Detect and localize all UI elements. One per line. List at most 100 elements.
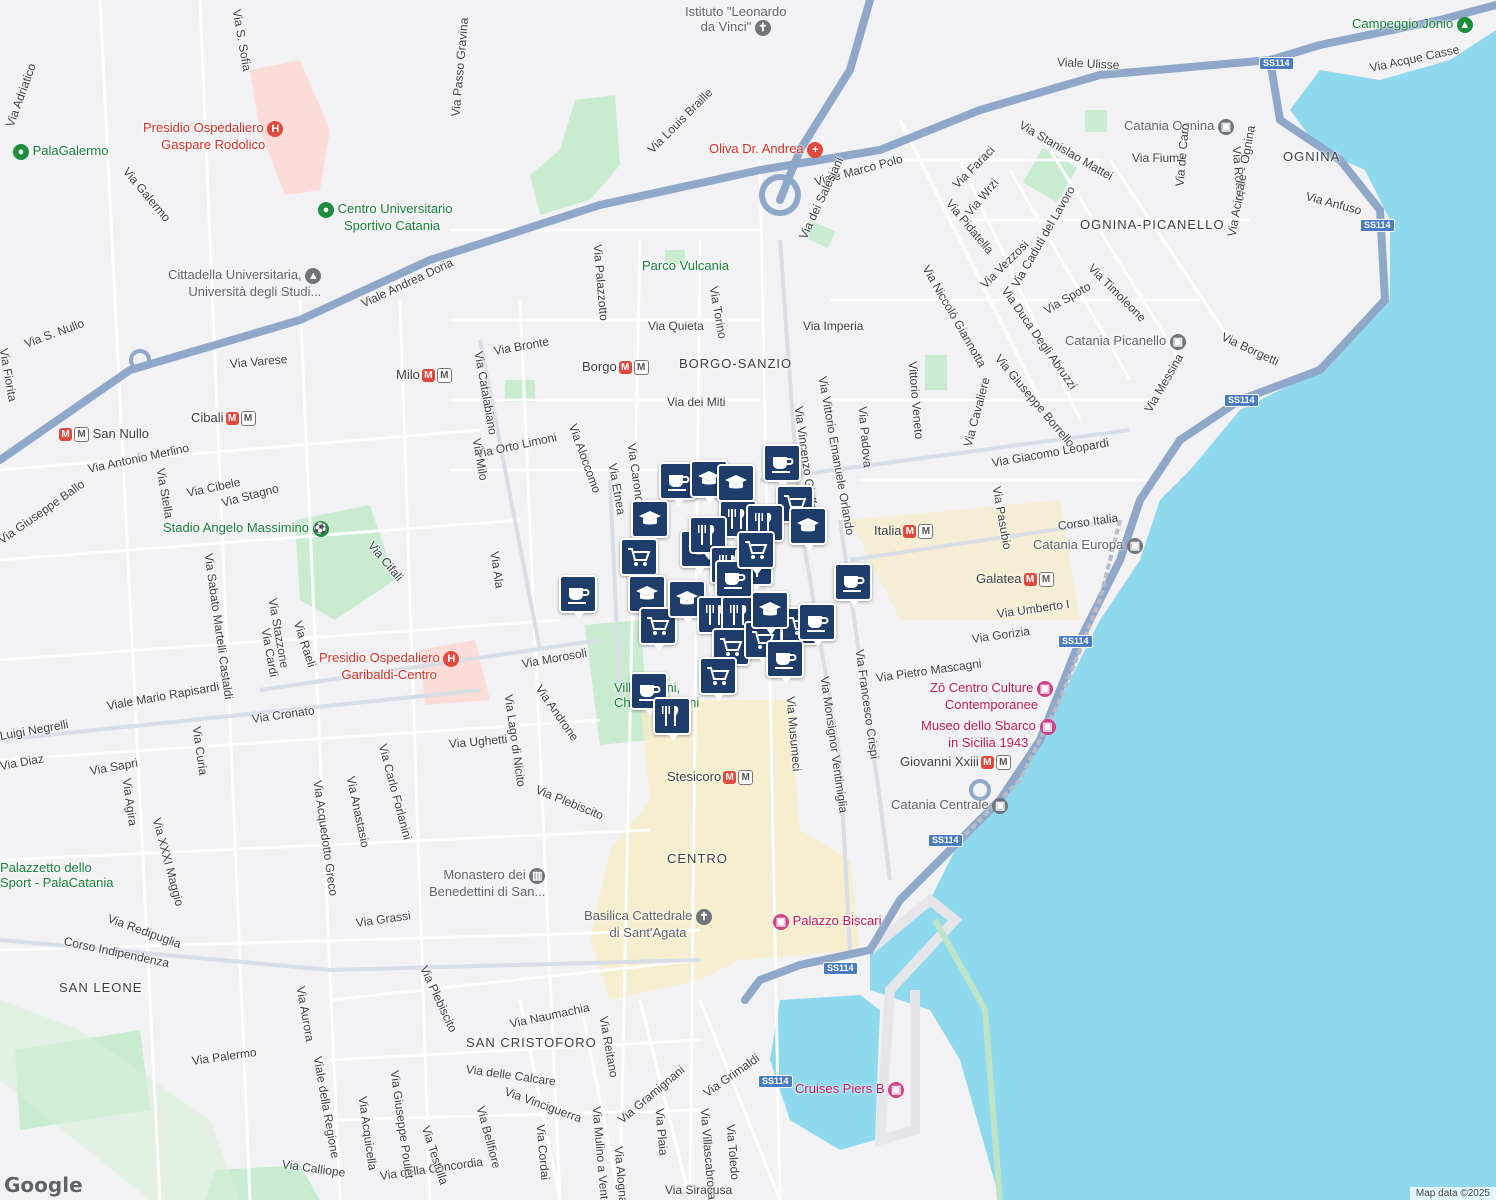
stadium-icon: ⚽ [312, 520, 329, 537]
area-label: BORGO-SANZIO [679, 356, 793, 371]
poi-presidio-rodolico[interactable]: Presidio Ospedaliero H Gaspare Rodolico [143, 120, 284, 152]
place-marker[interactable] [620, 538, 658, 582]
place-marker[interactable] [559, 575, 597, 619]
station-name: Milo [396, 367, 420, 382]
poi-biscari[interactable]: ▣ Palazzo Biscari [773, 913, 882, 930]
poi-presidio-garibaldi[interactable]: Presidio Ospedaliero H Garibaldi-Centro [319, 650, 460, 682]
poi-catania-picanello[interactable]: Catania Picanello ▣ [1065, 333, 1186, 350]
metro-icon: M [738, 770, 754, 786]
poi-name: Museo dello Sbarco [921, 718, 1036, 733]
place-marker[interactable] [699, 657, 737, 701]
road-shield: SS114 [1224, 394, 1259, 407]
place-marker[interactable] [737, 531, 775, 575]
poi-name: Garibaldi-Centro [341, 666, 437, 682]
station-milo[interactable]: Milo M M [396, 367, 452, 384]
poi-name: Centro Universitario [337, 201, 453, 216]
sport-icon: ● [13, 143, 29, 160]
station-name: Giovanni Xxiii [900, 754, 979, 769]
station-name: Italia [874, 523, 902, 538]
poi-benedettini[interactable]: Monastero dei ▥ Benedettini di San... [429, 867, 546, 899]
road-shield: SS114 [1058, 635, 1093, 648]
place-marker[interactable] [631, 500, 669, 544]
poi-catania-centrale[interactable]: Catania Centrale ▣ [891, 797, 1009, 814]
school-icon [725, 475, 747, 489]
station-borgo[interactable]: Borgo M M [582, 359, 649, 376]
train-icon: ▣ [1126, 537, 1143, 554]
park-small5 [925, 355, 947, 390]
poi-cruises[interactable]: Cruises Piers B ▣ [795, 1081, 905, 1098]
poi-name: Catania Centrale [891, 797, 989, 812]
map-canvas[interactable]: BORGO-SANZIO OGNINA-PICANELLO OGNINA CEN… [0, 0, 1496, 1200]
google-logo[interactable]: Google [4, 1173, 83, 1197]
sport-icon: ● [318, 201, 334, 218]
poi-cus[interactable]: ● Centro Universitario Sportivo Catania [318, 201, 453, 233]
station-stesicoro[interactable]: Stesicoro M M [667, 769, 754, 786]
metro-icon: M [240, 411, 256, 427]
poi-parco-vulcania[interactable]: Parco Vulcania [642, 258, 729, 273]
cart-icon [745, 541, 768, 559]
cafe-icon [843, 576, 865, 592]
road-shield: SS114 [928, 834, 963, 847]
poi-name: di Sant'Agata [609, 924, 687, 940]
poi-name: Catania Europa [1033, 537, 1124, 552]
park-coast [0, 1000, 240, 1200]
station-italia[interactable]: Italia M M [874, 523, 934, 540]
poi-name: Cruises Piers B [795, 1081, 885, 1096]
place-marker[interactable] [717, 464, 755, 508]
road-shield: SS114 [1259, 57, 1294, 70]
school-icon [797, 518, 819, 532]
medical-icon: + [807, 141, 824, 158]
street-label: Via Siracusa [665, 1183, 733, 1197]
train-icon: ▣ [1169, 333, 1186, 350]
place-marker[interactable] [766, 640, 804, 684]
place-marker[interactable] [763, 444, 801, 488]
poi-museo-sbarco[interactable]: Museo dello Sbarco ▣ in Sicilia 1943 [921, 718, 1056, 750]
poi-zo[interactable]: Zō Centro Culture ▣ Contemporanee [930, 680, 1053, 712]
place-marker[interactable] [789, 507, 827, 551]
station-cibali[interactable]: Cibali M M [191, 410, 256, 427]
station-giovanni[interactable]: Giovanni Xxiii M M [900, 754, 1011, 771]
cafe-icon [724, 573, 746, 589]
cross-icon: ✝ [754, 19, 771, 36]
metro-icon: M [618, 361, 632, 375]
metro-icon: M [903, 525, 917, 539]
poi-name: Istituto "Leonardo [685, 4, 787, 19]
place-marker[interactable] [798, 603, 836, 647]
station-galatea[interactable]: Galatea M M [976, 571, 1054, 588]
poi-name: Basilica Cattedrale [584, 908, 693, 923]
place-marker[interactable] [751, 591, 789, 635]
poi-name: Gaspare Rodolico [161, 136, 266, 152]
harbour [770, 995, 880, 1150]
station-name: Stesicoro [667, 769, 722, 784]
school-icon [636, 586, 658, 600]
place-marker[interactable] [653, 697, 691, 741]
museum-icon: ▣ [773, 913, 789, 930]
museum-icon: ▣ [1036, 680, 1053, 697]
poi-cittadella[interactable]: Cittadella Universitaria, ▲ Università d… [168, 267, 322, 299]
station-name: Cibali [191, 410, 224, 425]
poi-catania-europa[interactable]: Catania Europa ▣ [1033, 537, 1143, 554]
cart-icon [647, 617, 670, 635]
hospital-icon: H [443, 650, 460, 667]
road-shield: SS114 [1360, 219, 1395, 232]
museum-icon: ▣ [888, 1081, 905, 1098]
school-icon [676, 591, 698, 605]
cafe-icon [807, 616, 829, 632]
place-marker[interactable] [834, 563, 872, 607]
poi-name: Università degli Studi... [188, 283, 322, 299]
poi-leonardo[interactable]: Istituto "Leonardo da Vinci" ✝ [685, 4, 786, 36]
poi-oliva[interactable]: Oliva Dr. Andrea + [709, 141, 824, 158]
school-icon [759, 602, 781, 616]
poi-campeggio[interactable]: Campeggio Jonio ▲ [1352, 16, 1473, 33]
area-label: CENTRO [667, 851, 728, 866]
road-shield: SS114 [823, 962, 858, 975]
map-attribution[interactable]: Map data ©2025 [1409, 1187, 1496, 1200]
station-san-nullo[interactable]: MM San Nullo [57, 426, 149, 443]
poi-palagalermo[interactable]: ● PalaGalermo [13, 143, 109, 160]
train-icon: ▣ [992, 797, 1009, 814]
metro-icon: M [436, 368, 452, 384]
poi-stadio[interactable]: Stadio Angelo Massimino ⚽ [163, 520, 329, 537]
poi-cattedrale[interactable]: Basilica Cattedrale ✝ di Sant'Agata [584, 908, 713, 940]
poi-palazzetto[interactable]: Palazzetto dello Sport - PalaCatania [0, 860, 113, 890]
train-icon: ▣ [1217, 118, 1234, 135]
